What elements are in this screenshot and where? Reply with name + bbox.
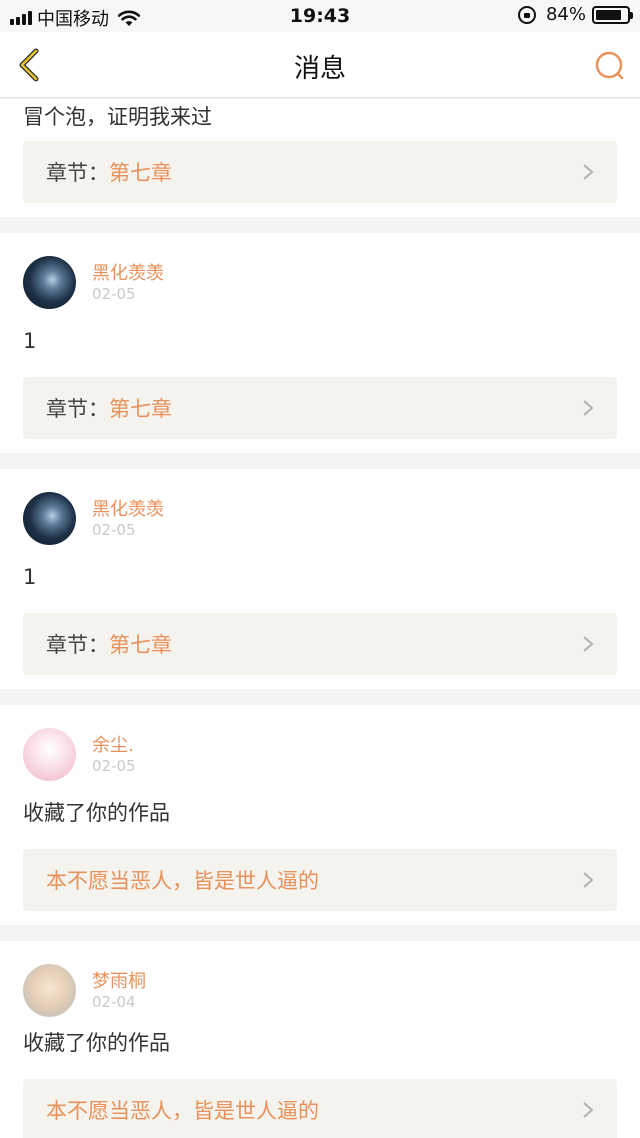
chapter-link[interactable]: 章节： 第七章 — [23, 377, 617, 439]
chevron-right-icon — [583, 636, 594, 652]
search-icon — [595, 51, 624, 80]
username[interactable]: 余尘. — [92, 731, 134, 757]
message-date: 02-05 — [92, 521, 136, 539]
battery-percent: 84% — [545, 4, 586, 25]
search-button[interactable] — [588, 44, 632, 88]
page-title: 消息 — [293, 54, 346, 84]
message-text: 1 — [23, 565, 37, 589]
message-text: 收藏了你的作品 — [23, 1031, 170, 1055]
message-text: 收藏了你的作品 — [23, 801, 170, 825]
battery-icon — [592, 5, 633, 24]
message-text: 冒个泡，证明我来过 — [23, 105, 212, 129]
link-value: 本不愿当恶人，皆是世人逼的 — [46, 869, 319, 893]
chapter-link[interactable]: 章节： 第七章 — [23, 141, 617, 203]
status-right: 84% — [517, 4, 633, 25]
avatar[interactable] — [23, 256, 76, 309]
card-header: 黑化羡羡 02-05 — [23, 469, 617, 565]
link-value: 本不愿当恶人，皆是世人逼的 — [46, 1099, 319, 1123]
message-date: 02-05 — [92, 285, 136, 303]
status-bar: 中国移动 19:43 84% — [0, 0, 640, 32]
username[interactable]: 黑化羡羡 — [92, 259, 164, 285]
rotation-lock-icon — [517, 5, 536, 24]
message-card: 冒个泡，证明我来过 章节： 第七章 — [0, 99, 640, 217]
work-link[interactable]: 本不愿当恶人，皆是世人逼的 — [23, 1079, 617, 1138]
card-spacer — [23, 203, 617, 217]
message-card: 梦雨桐 02-04 收藏了你的作品 本不愿当恶人，皆是世人逼的 — [0, 941, 640, 1138]
chevron-right-icon — [583, 400, 594, 416]
nav-bar: 消息 — [0, 32, 640, 98]
chapter-link[interactable]: 章节： 第七章 — [23, 613, 617, 675]
message-list[interactable]: 冒个泡，证明我来过 章节： 第七章 黑化羡羡 02-05 1 章节： 第七章 黑… — [0, 99, 640, 1138]
message-card: 黑化羡羡 02-05 1 章节： 第七章 — [0, 233, 640, 453]
avatar[interactable] — [23, 964, 76, 1017]
username[interactable]: 梦雨桐 — [92, 967, 146, 993]
avatar[interactable] — [23, 728, 76, 781]
message-text: 1 — [23, 329, 37, 353]
card-spacer — [23, 675, 617, 689]
link-value: 第七章 — [109, 633, 172, 657]
card-header: 梦雨桐 02-04 — [23, 941, 617, 1031]
card-spacer — [23, 439, 617, 453]
chevron-right-icon — [583, 872, 594, 888]
card-header: 余尘. 02-05 — [23, 705, 617, 801]
card-spacer — [23, 911, 617, 925]
work-link[interactable]: 本不愿当恶人，皆是世人逼的 — [23, 849, 617, 911]
link-value: 第七章 — [109, 397, 172, 421]
link-label: 章节： — [46, 161, 109, 185]
chevron-right-icon — [583, 1102, 594, 1118]
link-value: 第七章 — [109, 161, 172, 185]
avatar[interactable] — [23, 492, 76, 545]
message-card: 黑化羡羡 02-05 1 章节： 第七章 — [0, 469, 640, 689]
link-label: 章节： — [46, 397, 109, 421]
link-label: 章节： — [46, 633, 109, 657]
chevron-right-icon — [583, 164, 594, 180]
messages-screen: 中国移动 19:43 84% 消息 冒个泡，证明我来过 章节： 第七章 黑化羡羡… — [0, 0, 640, 1138]
message-card: 余尘. 02-05 收藏了你的作品 本不愿当恶人，皆是世人逼的 — [0, 705, 640, 925]
card-header: 黑化羡羡 02-05 — [23, 233, 617, 329]
message-date: 02-05 — [92, 757, 136, 775]
battery-fill — [596, 9, 622, 20]
username[interactable]: 黑化羡羡 — [92, 495, 164, 521]
message-date: 02-04 — [92, 993, 136, 1011]
